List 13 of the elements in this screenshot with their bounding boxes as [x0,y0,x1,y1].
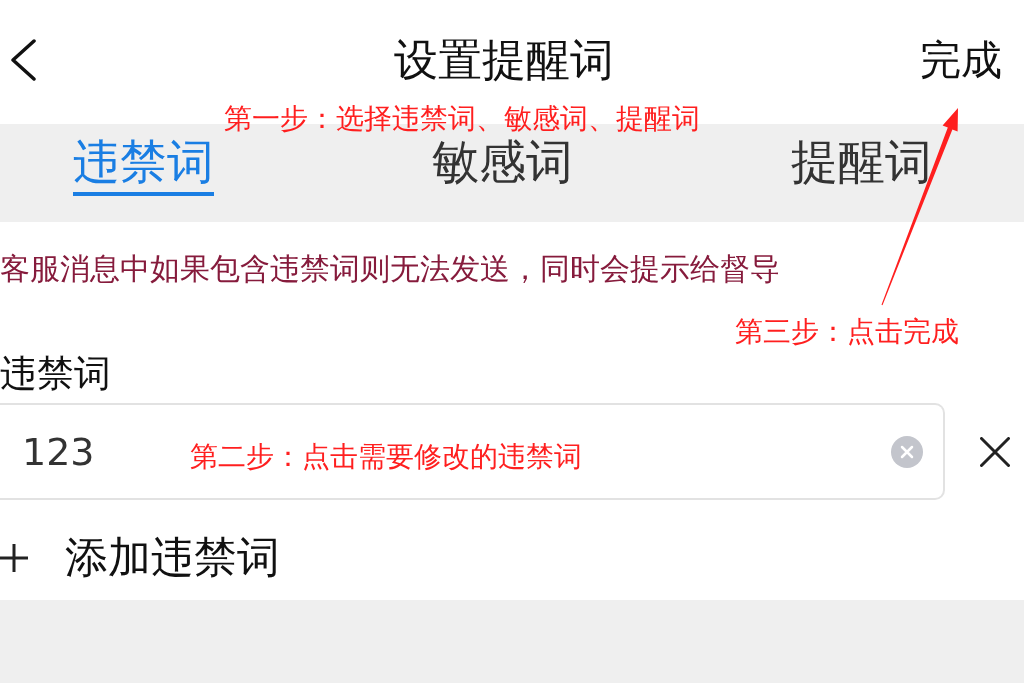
close-icon[interactable] [980,436,1010,467]
done-button[interactable]: 完成 [920,35,1002,85]
section-label: 违禁词 [0,352,111,396]
notice-text: 客服消息中如果包含违禁词则无法发送，同时会提示给督导 [0,250,780,288]
plus-icon [0,542,28,573]
back-button[interactable] [10,39,36,81]
page-title: 设置提醒词 [394,33,614,87]
annotation-text: 第三步：点击完成 [735,316,959,348]
annotation-text: 第二步：点击需要修改的违禁词 [190,441,582,473]
back-chevron-icon [10,39,36,81]
tab[interactable]: 提醒词 [791,124,932,196]
add-button[interactable]: 添加违禁词 [0,530,280,585]
tab[interactable]: 违禁词 [73,124,214,196]
